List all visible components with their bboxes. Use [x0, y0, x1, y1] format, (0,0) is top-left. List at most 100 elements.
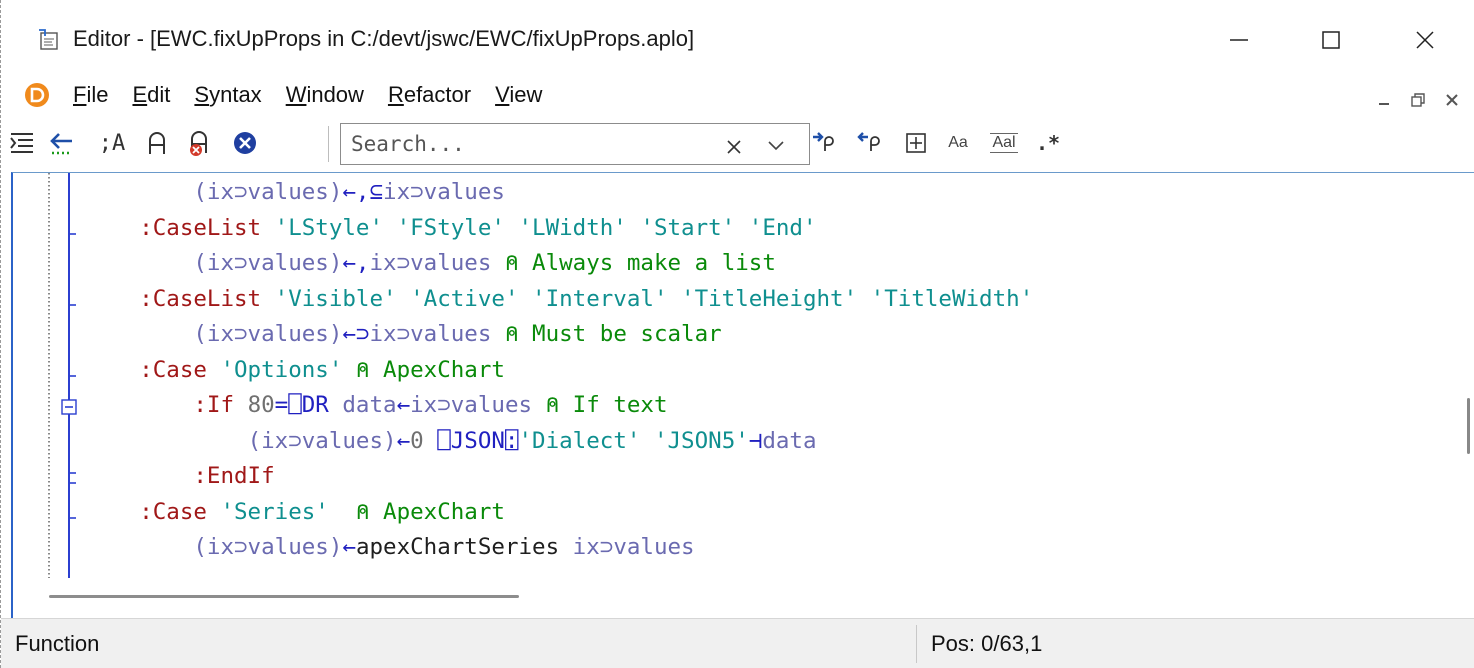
editor-window-icon	[39, 29, 58, 50]
menu-file[interactable]: File	[73, 82, 108, 108]
window-title: Editor - [EWC.fixUpProps in C:/devt/jswc…	[73, 26, 695, 51]
editor-toolbar: ;A Search... Aa Aal .*	[1, 116, 1474, 172]
toggle-comment-button[interactable]	[143, 128, 171, 158]
match-case-button[interactable]: Aa	[941, 128, 975, 158]
search-next-icon	[813, 132, 834, 151]
menu-syntax[interactable]: Syntax	[194, 82, 261, 108]
horizontal-scroll-area	[11, 578, 1474, 618]
maximize-button[interactable]	[1301, 18, 1361, 62]
close-icon	[1416, 31, 1434, 49]
search-next-button[interactable]	[809, 128, 843, 158]
menu-items: File Edit Syntax Window Refactor View	[73, 82, 566, 108]
search-prev-button[interactable]	[855, 128, 889, 158]
lamp-icon	[149, 132, 165, 154]
code-line[interactable]: :Case 'Options' ⍝ ApexChart	[85, 353, 1474, 389]
back-button[interactable]	[45, 128, 77, 158]
code-token: :CaseList	[139, 285, 262, 312]
regex-button[interactable]: .*	[1033, 128, 1063, 158]
code-line[interactable]: (ix⊃values)←,ix⊃values ⍝ Always make a l…	[85, 246, 1474, 282]
code-token: (ix⊃values)	[193, 179, 343, 205]
remove-comment-button[interactable]	[185, 128, 217, 158]
format-button[interactable]	[7, 128, 37, 158]
code-token: ⎕JSON⍠	[437, 427, 519, 454]
code-token: ←	[342, 534, 356, 560]
close-editor-button[interactable]	[229, 128, 261, 158]
code-line[interactable]: (ix⊃values)←apexChartSeries ix⊃values	[85, 530, 1474, 566]
code-token: ⍝ Must be scalar	[491, 321, 722, 347]
code-line[interactable]: (ix⊃values)←,⊆ix⊃values	[85, 175, 1474, 211]
mdi-close-button[interactable]	[1435, 86, 1469, 114]
close-button[interactable]	[1395, 18, 1455, 62]
mdi-restore-button[interactable]	[1401, 86, 1435, 114]
code-line[interactable]: :Case 'Series' ⍝ ApexChart	[85, 495, 1474, 531]
code-lines: (ix⊃values)←,⊆ix⊃values :CaseList 'LStyl…	[85, 175, 1474, 566]
menu-view[interactable]: View	[495, 82, 542, 108]
menu-refactor[interactable]: Refactor	[388, 82, 471, 108]
menu-bar: File Edit Syntax Window Refactor View	[1, 76, 1474, 116]
code-token: ix⊃values	[369, 321, 492, 347]
menu-edit[interactable]: Edit	[132, 82, 170, 108]
search-input[interactable]	[349, 128, 709, 160]
add-comment-button[interactable]: ;A	[91, 128, 133, 158]
expand-all-button[interactable]	[901, 128, 931, 158]
code-token: ix⊃values	[559, 534, 695, 560]
code-line[interactable]: :CaseList 'Visible' 'Active' 'Interval' …	[85, 282, 1474, 318]
code-token: (ix⊃values)	[247, 427, 397, 454]
format-list-icon	[10, 133, 33, 153]
minimize-icon	[1230, 39, 1248, 41]
minimize-button[interactable]	[1209, 18, 1269, 62]
uncomment-icon	[190, 131, 207, 156]
code-line[interactable]: :EndIf	[85, 459, 1474, 495]
expand-box-icon	[906, 133, 926, 153]
code-token: ←,⊆	[342, 179, 384, 205]
mdi-minimize-button[interactable]	[1367, 86, 1401, 114]
editor-window: Editor - [EWC.fixUpProps in C:/devt/jswc…	[0, 0, 1474, 668]
code-line[interactable]: :If 80=⎕DR data←ix⊃values ⍝ If text	[85, 388, 1474, 424]
chevron-down-icon[interactable]	[761, 130, 791, 160]
code-token: ix⊃values	[410, 392, 533, 418]
code-token: :CaseList	[139, 214, 262, 241]
code-token: ←⊃	[342, 321, 370, 347]
search-clear-button[interactable]	[725, 130, 743, 162]
code-token: data	[328, 392, 397, 418]
code-editor[interactable]: (ix⊃values)←,⊆ix⊃values :CaseList 'LStyl…	[11, 172, 1474, 586]
code-token: ix⊃values	[383, 179, 505, 205]
whole-word-button[interactable]: Aal	[983, 128, 1025, 158]
clear-icon	[727, 140, 741, 154]
close-icon	[1446, 94, 1458, 106]
back-arrow-icon	[50, 133, 72, 155]
title-bar: Editor - [EWC.fixUpProps in C:/devt/jswc…	[1, 0, 1474, 82]
code-token: 'LStyle' 'FStyle' 'LWidth' 'Start' 'End'	[274, 214, 817, 241]
code-token: ⍝ If text	[532, 392, 668, 418]
code-token: ⊣	[748, 427, 763, 454]
code-token: 80	[247, 392, 275, 418]
status-mode: Function	[15, 631, 100, 656]
code-token: ←	[396, 392, 411, 418]
code-token: :Case	[139, 498, 207, 525]
menu-window[interactable]: Window	[286, 82, 364, 108]
code-token: :Case	[139, 356, 207, 383]
whole-word-icon: Aal	[990, 133, 1018, 153]
restore-icon	[1411, 93, 1425, 107]
status-bar: Function Pos: 0/63,1	[1, 618, 1474, 668]
vertical-scrollbar[interactable]	[1467, 398, 1470, 454]
dyalog-logo-icon	[25, 83, 49, 107]
search-prev-icon	[857, 132, 880, 151]
code-line[interactable]: (ix⊃values)←⊃ix⊃values ⍝ Must be scalar	[85, 317, 1474, 353]
code-token: (ix⊃values)	[193, 534, 343, 560]
horizontal-scrollbar[interactable]	[49, 595, 519, 598]
status-position: Pos: 0/63,1	[931, 631, 1043, 656]
code-line[interactable]: :CaseList 'LStyle' 'FStyle' 'LWidth' 'St…	[85, 211, 1474, 247]
code-line[interactable]: (ix⊃values)←0 ⎕JSON⍠'Dialect' 'JSON5'⊣da…	[85, 424, 1474, 460]
code-token: (ix⊃values)	[193, 250, 343, 276]
